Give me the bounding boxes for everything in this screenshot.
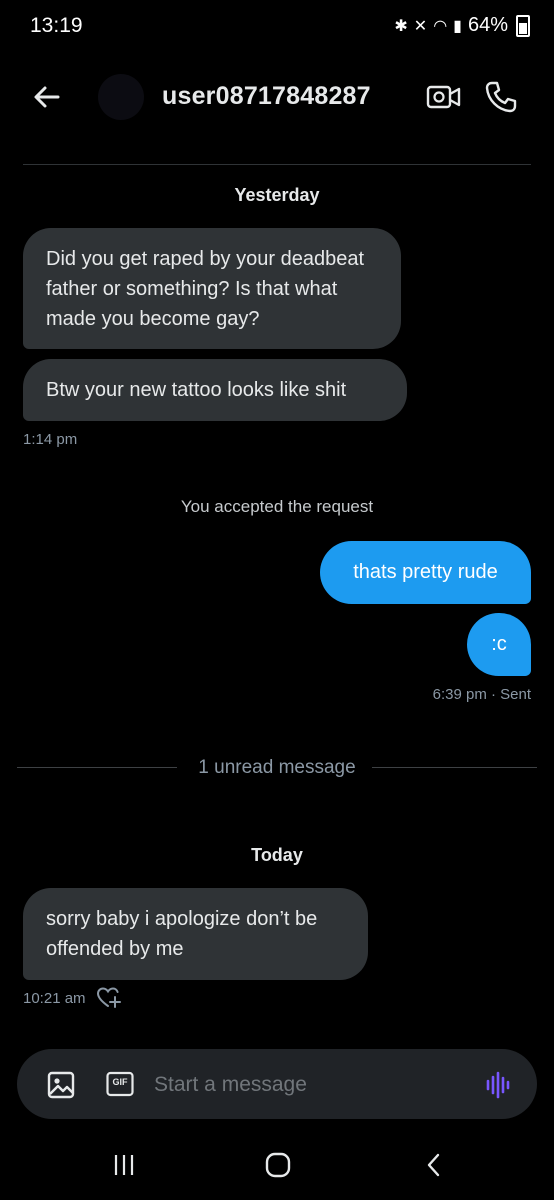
unread-divider: 1 unread message	[198, 757, 356, 778]
voice-message-button[interactable]	[484, 1070, 514, 1100]
message-timestamp: 1:14 pm	[23, 431, 78, 448]
message-input[interactable]	[154, 1066, 454, 1104]
signal-icon: ▮	[453, 17, 462, 35]
chevron-left-icon	[427, 1153, 440, 1177]
mute-icon: ✕	[413, 17, 428, 35]
wifi-icon: ◠	[433, 17, 448, 35]
sent-status: 6:39 pm · Sent	[432, 686, 531, 703]
video-camera-icon	[426, 85, 461, 109]
status-time: 13:19	[30, 14, 83, 37]
header-divider	[23, 164, 531, 165]
recent-apps-button[interactable]	[104, 1150, 144, 1180]
status-icons: ✱ ✕ ◠ ▮ 64%	[394, 14, 530, 37]
heart-plus-icon	[96, 987, 121, 1008]
voice-waveform-icon	[486, 1071, 510, 1099]
phone-icon	[485, 81, 517, 113]
voice-call-button[interactable]	[484, 80, 518, 114]
battery-percent: 64%	[467, 14, 508, 36]
system-back-button[interactable]	[414, 1150, 454, 1180]
outgoing-message[interactable]: thats pretty rude	[320, 541, 531, 604]
bluetooth-icon: ✱	[394, 17, 408, 35]
battery-icon	[516, 14, 530, 37]
date-separator-today: Today	[251, 845, 303, 865]
back-button[interactable]	[30, 80, 64, 114]
avatar[interactable]	[98, 74, 144, 120]
request-accepted-note: You accepted the request	[180, 497, 374, 516]
incoming-message[interactable]: sorry baby i apologize don’t be offended…	[23, 888, 368, 980]
incoming-message[interactable]: Did you get raped by your deadbeat fathe…	[23, 228, 401, 349]
attach-image-button[interactable]	[46, 1070, 76, 1100]
home-button[interactable]	[258, 1150, 298, 1180]
back-arrow-icon	[34, 86, 60, 108]
recent-apps-icon	[114, 1155, 134, 1175]
video-call-button[interactable]	[426, 82, 462, 112]
gif-label: GIF	[112, 1077, 128, 1087]
image-icon	[47, 1071, 75, 1099]
home-icon	[265, 1152, 291, 1178]
incoming-message[interactable]: Btw your new tattoo looks like shit	[23, 359, 407, 421]
react-button[interactable]	[96, 986, 122, 1010]
conversation-username[interactable]: user08717848287	[162, 82, 371, 111]
gif-button[interactable]: GIF	[106, 1071, 134, 1097]
date-separator-yesterday: Yesterday	[234, 185, 320, 205]
message-timestamp: 10:21 am	[23, 990, 86, 1007]
outgoing-message[interactable]: :c	[467, 613, 531, 676]
